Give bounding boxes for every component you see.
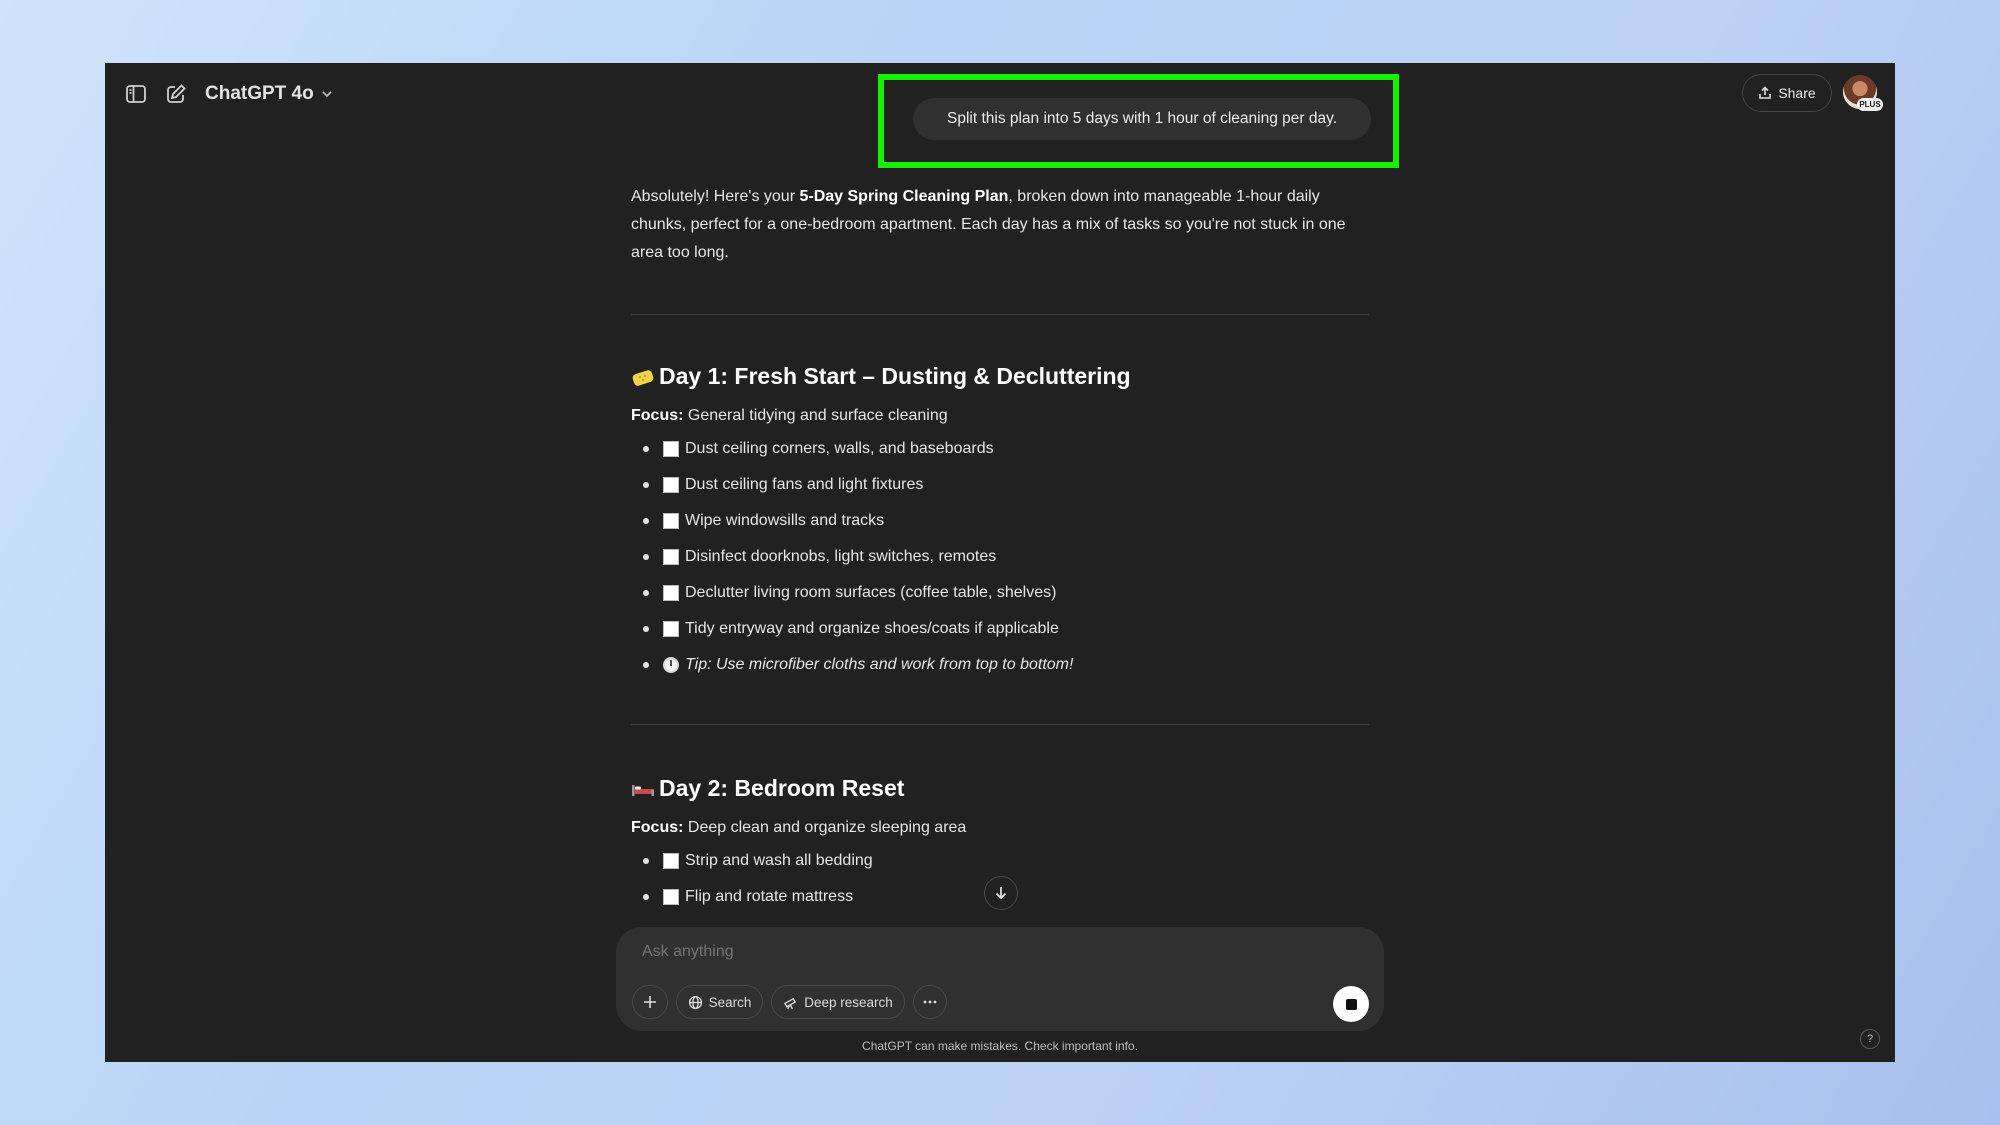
assistant-message: Absolutely! Here's your 5-Day Spring Cle… [631, 183, 1369, 915]
checkbox[interactable] [663, 621, 679, 637]
user-message-bubble: Split this plan into 5 days with 1 hour … [913, 98, 1371, 140]
more-icon [923, 1000, 937, 1004]
deep-research-button[interactable]: Deep research [771, 985, 905, 1019]
disclaimer: ChatGPT can make mistakes. Check importa… [862, 1039, 1138, 1053]
intro-bold: 5-Day Spring Cleaning Plan [799, 188, 1009, 205]
chat-window: ChatGPT 4o Share PLUS Split this plan in… [105, 63, 1895, 1062]
telescope-icon [784, 997, 797, 1009]
divider [631, 724, 1369, 725]
day-2-title: Day 2: Bedroom Reset [659, 775, 905, 801]
stopwatch-icon [663, 657, 679, 673]
search-button[interactable]: Search [676, 985, 763, 1019]
sidebar-toggle-icon[interactable] [121, 79, 151, 109]
more-tools-button[interactable] [913, 985, 947, 1019]
task-text: Dust ceiling fans and light fixtures [685, 476, 924, 493]
sponge-icon [631, 365, 655, 389]
checkbox[interactable] [663, 441, 679, 457]
task-text: Dust ceiling corners, walls, and baseboa… [685, 440, 994, 457]
globe-icon [688, 995, 702, 1009]
new-chat-icon[interactable] [161, 79, 191, 109]
list-item: Dust ceiling fans and light fixtures [631, 467, 1369, 503]
checkbox[interactable] [663, 513, 679, 529]
task-text: Disinfect doorknobs, light switches, rem… [685, 548, 997, 565]
task-text: Flip and rotate mattress [685, 888, 854, 905]
checkbox[interactable] [663, 585, 679, 601]
focus-label: Focus: [631, 407, 684, 424]
bed-icon [631, 777, 655, 801]
task-text: Strip and wash all bedding [685, 852, 873, 869]
day-1-heading: Day 1: Fresh Start – Dusting & Declutter… [631, 363, 1369, 390]
list-item: Dust ceiling corners, walls, and baseboa… [631, 431, 1369, 467]
model-selector[interactable]: ChatGPT 4o [205, 79, 334, 109]
day-1-focus: Focus: General tidying and surface clean… [631, 407, 1369, 425]
share-icon [1759, 86, 1772, 99]
help-button[interactable]: ? [1860, 1029, 1880, 1049]
task-text: Declutter living room surfaces (coffee t… [685, 584, 1057, 601]
list-item: Tip: Use microfiber cloths and work from… [631, 647, 1369, 683]
day-2-focus: Focus: Deep clean and organize sleeping … [631, 819, 1369, 837]
checkbox[interactable] [663, 477, 679, 493]
day-2-focus-text: Deep clean and organize sleeping area [683, 819, 967, 836]
plus-icon [644, 996, 656, 1008]
list-item: Declutter living room surfaces (coffee t… [631, 575, 1369, 611]
checkbox[interactable] [663, 549, 679, 565]
message-input[interactable] [642, 943, 1242, 961]
deep-research-label: Deep research [804, 994, 893, 1010]
day-1-title: Day 1: Fresh Start – Dusting & Declutter… [659, 363, 1131, 389]
checkbox[interactable] [663, 889, 679, 905]
stop-button[interactable] [1333, 986, 1369, 1022]
day-2-heading: Day 2: Bedroom Reset [631, 775, 1369, 802]
attach-button[interactable] [632, 985, 668, 1019]
share-button[interactable]: Share [1742, 74, 1832, 112]
focus-label: Focus: [631, 819, 684, 836]
arrow-down-icon [995, 887, 1007, 900]
checkbox[interactable] [663, 853, 679, 869]
share-label: Share [1778, 85, 1816, 101]
list-item: Tidy entryway and organize shoes/coats i… [631, 611, 1369, 647]
day-1-task-list: Dust ceiling corners, walls, and baseboa… [631, 431, 1369, 683]
task-text: Wipe windowsills and tracks [685, 512, 885, 529]
plus-badge: PLUS [1857, 98, 1883, 111]
model-name: ChatGPT 4o [205, 83, 314, 104]
composer: Search Deep research [616, 927, 1384, 1031]
task-text: Tidy entryway and organize shoes/coats i… [685, 620, 1059, 637]
scroll-down-button[interactable] [984, 876, 1018, 910]
tip-text: Tip: Use microfiber cloths and work from… [685, 656, 1074, 673]
list-item: Wipe windowsills and tracks [631, 503, 1369, 539]
list-item: Strip and wash all bedding [631, 843, 1369, 879]
intro-text: Absolutely! Here's your [631, 188, 800, 205]
stop-icon [1345, 998, 1357, 1010]
list-item: Disinfect doorknobs, light switches, rem… [631, 539, 1369, 575]
intro-paragraph: Absolutely! Here's your 5-Day Spring Cle… [631, 183, 1369, 267]
search-label: Search [708, 994, 752, 1010]
day-1-focus-text: General tidying and surface cleaning [683, 407, 948, 424]
chevron-down-icon [322, 91, 332, 98]
divider [631, 314, 1369, 315]
